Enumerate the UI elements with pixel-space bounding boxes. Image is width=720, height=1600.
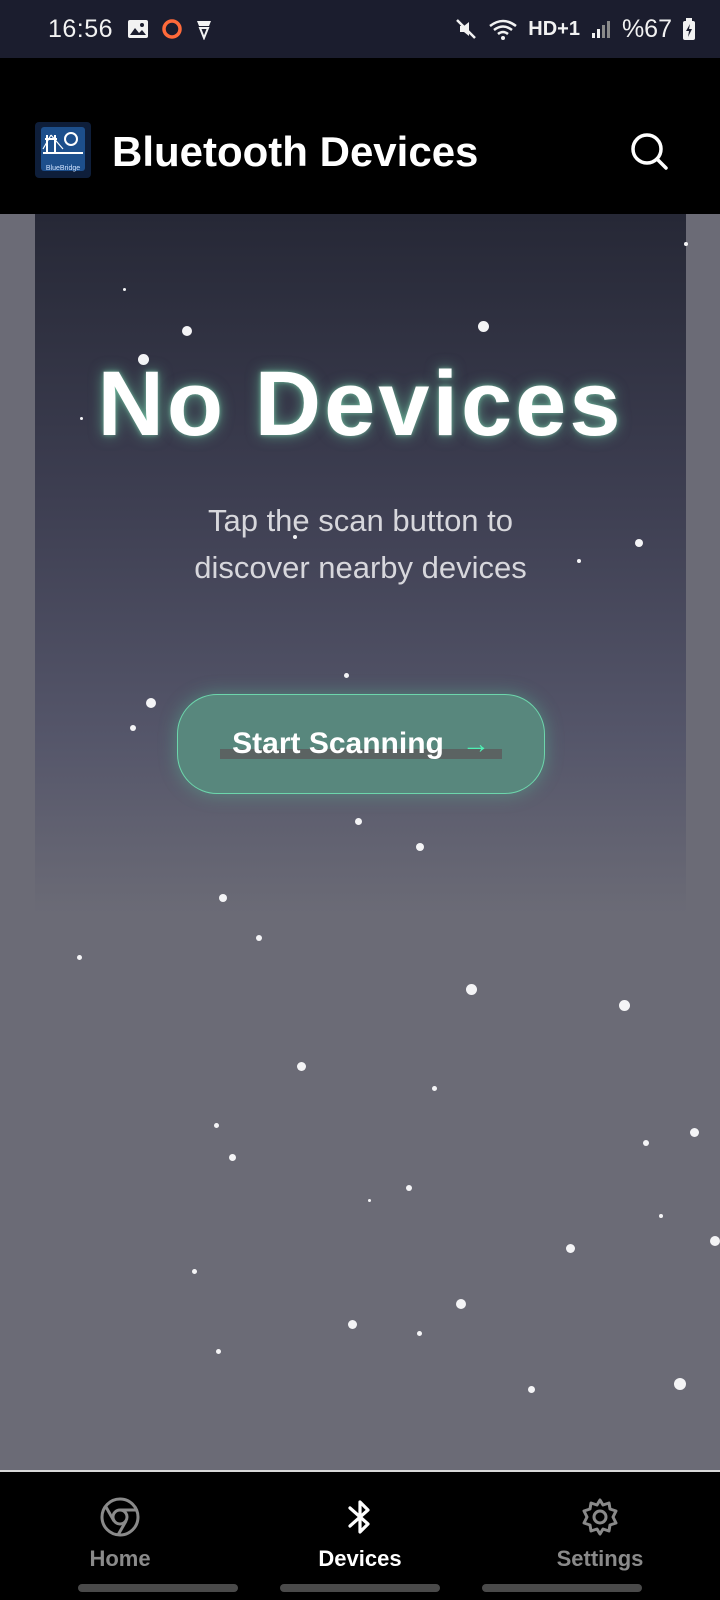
particle [355, 818, 362, 825]
gear-icon [582, 1498, 618, 1536]
particle [214, 1123, 219, 1128]
particle [456, 1299, 466, 1309]
particle [690, 1128, 699, 1137]
particle [77, 955, 82, 960]
nav-label-settings: Settings [556, 1546, 644, 1571]
particle [417, 1331, 422, 1336]
nav-label-home: Home [89, 1546, 151, 1571]
record-icon [162, 19, 182, 39]
battery-percent: %67 [621, 14, 672, 43]
particle [643, 1140, 649, 1146]
particle [348, 1320, 357, 1329]
wifi-icon [489, 19, 518, 40]
bluetooth-icon [348, 1500, 370, 1534]
particle [659, 1214, 663, 1218]
start-scanning-button[interactable]: Start Scanning → [177, 694, 545, 794]
particle [528, 1386, 535, 1393]
gallery-icon [128, 20, 149, 38]
empty-state-headline: No Devices [97, 353, 624, 455]
empty-state-message-line-1: Tap the scan button to [207, 503, 514, 538]
particle [478, 321, 489, 332]
particle [619, 1000, 630, 1011]
battery-charging-icon [683, 18, 695, 40]
particle [123, 288, 126, 291]
system-icons: HD+1 %67 [454, 15, 696, 44]
particle [256, 935, 262, 941]
particle [229, 1154, 236, 1161]
mute-icon [456, 19, 477, 39]
vpn-icon [197, 21, 212, 40]
particle [466, 984, 477, 995]
arrow-right-icon: → [461, 728, 490, 759]
particle [192, 1269, 197, 1274]
nav-indicator-settings [482, 1584, 642, 1592]
devices-content: No Devices Tap the scan button to discov… [0, 214, 720, 1470]
empty-state-message-line-2: discover nearby devices [194, 550, 527, 585]
particle [566, 1244, 575, 1253]
particle [146, 698, 156, 708]
particle [182, 326, 192, 336]
particle [710, 1236, 720, 1246]
network-type: HD+1 [528, 17, 580, 40]
nav-item-home[interactable]: Home [20, 1472, 220, 1582]
page-title: Bluetooth Devices [112, 128, 479, 175]
search-icon [631, 133, 668, 170]
app-logo: BlueBridge [35, 122, 91, 178]
nav-item-settings[interactable]: Settings [500, 1472, 700, 1582]
particle [684, 242, 688, 246]
particle [432, 1086, 437, 1091]
nav-label-devices: Devices [318, 1546, 402, 1571]
bridge-logo-icon [42, 132, 83, 154]
notification-icons [127, 18, 213, 40]
status-time: 16:56 [48, 14, 114, 43]
status-bar: 16:56 HD+1 %67 [0, 0, 720, 58]
bottom-navigation: Home Devices Settings [0, 1470, 720, 1600]
start-scanning-label: Start Scanning [232, 727, 444, 760]
particle [674, 1378, 686, 1390]
nav-indicator-devices [280, 1584, 440, 1592]
empty-state-message: Tap the scan button to discover nearby d… [35, 497, 686, 591]
particle [416, 843, 424, 851]
particle [344, 673, 349, 678]
signal-icon [591, 21, 610, 38]
particle [368, 1199, 371, 1202]
search-button[interactable] [628, 130, 672, 174]
nav-item-devices[interactable]: Devices [260, 1472, 460, 1582]
particle [216, 1349, 221, 1354]
nav-indicator-home [78, 1584, 238, 1592]
particle [130, 725, 136, 731]
logo-text: BlueBridge [45, 165, 81, 172]
particle [219, 894, 227, 902]
chrome-icon [100, 1497, 140, 1537]
particle [406, 1185, 412, 1191]
particle [297, 1062, 306, 1071]
